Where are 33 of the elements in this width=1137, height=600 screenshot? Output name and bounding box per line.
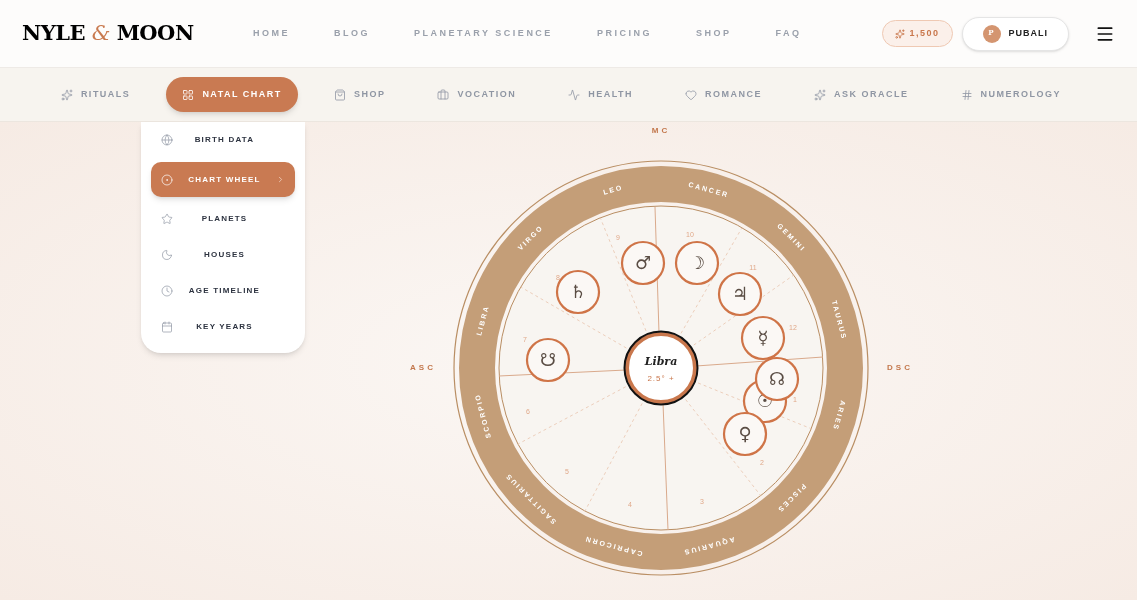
grid-icon: [182, 88, 195, 101]
planet-marker[interactable]: ☿: [740, 315, 786, 361]
moon-icon: [161, 249, 173, 261]
star-icon: [161, 213, 173, 225]
bag-icon: [333, 88, 346, 101]
heart-icon: [685, 88, 698, 101]
clock-icon: [161, 285, 173, 297]
target-icon: [161, 173, 173, 186]
chevron-icon: [276, 175, 285, 184]
menu-item[interactable]: AGE TIMELINE: [151, 277, 295, 305]
sparkles-icon: [895, 28, 906, 39]
sparkles-icon: [60, 88, 73, 101]
center-circle: [625, 332, 697, 404]
planet-marker[interactable]: ♃: [717, 271, 763, 317]
logo[interactable]: NYLE & MOON: [22, 17, 192, 50]
globe-icon: [161, 134, 173, 146]
briefcase-icon: [437, 88, 450, 101]
planet-marker[interactable]: ♀: [722, 411, 768, 457]
pulse-icon: [568, 88, 581, 101]
menu-item[interactable]: BIRTH DATA: [151, 126, 295, 154]
mc-label: MC: [651, 126, 671, 135]
menu-item[interactable]: HOUSES: [151, 241, 295, 269]
center-degree: 2.5° +: [647, 374, 675, 383]
menu-item[interactable]: PLANETS: [151, 205, 295, 233]
center-sign: Libra: [644, 355, 678, 368]
dsc-label: DSC: [887, 363, 913, 372]
hash-icon: [960, 88, 973, 101]
planet-marker[interactable]: ♂: [620, 240, 666, 286]
menu-item[interactable]: KEY YEARS: [151, 313, 295, 341]
planet-marker[interactable]: ☽: [674, 240, 720, 286]
sparkles-icon: [814, 88, 827, 101]
calendar-icon: [161, 321, 173, 333]
asc-label: ASC: [410, 363, 436, 372]
